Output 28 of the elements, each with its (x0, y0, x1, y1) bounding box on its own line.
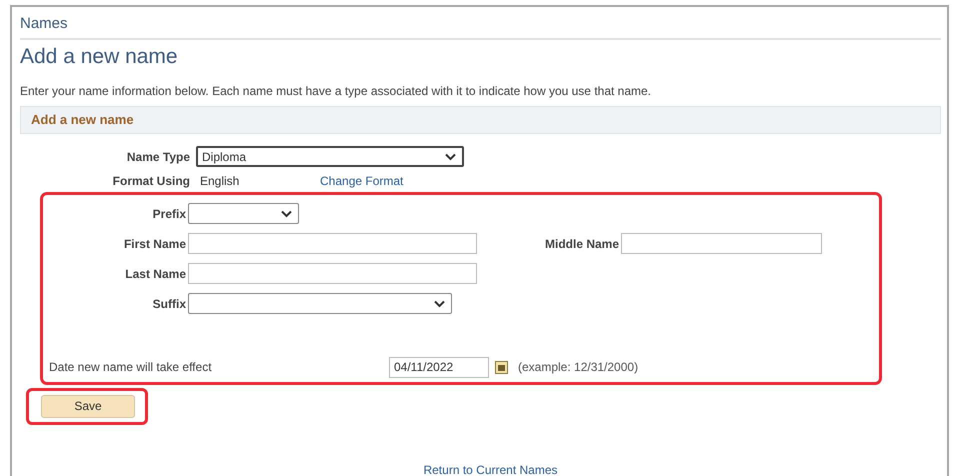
field-label: First Name (122, 236, 187, 252)
calendar-icon[interactable] (495, 360, 508, 374)
breadcrumb: Names (20, 13, 941, 40)
text-field[interactable] (188, 263, 477, 284)
field-label: Date new name will take effect (49, 359, 213, 376)
dropdown[interactable]: Diploma (196, 146, 464, 167)
caret-icon (434, 300, 445, 308)
text-field[interactable] (188, 233, 477, 254)
field-label: Name Type (126, 148, 191, 166)
dropdown[interactable] (188, 293, 452, 314)
save-button[interactable]: Save (41, 394, 135, 418)
text-field[interactable] (621, 233, 822, 254)
page-title: Add a new name (20, 44, 179, 70)
field-label: Format Using (112, 172, 191, 190)
change-format-link[interactable]: Change Format (320, 172, 404, 190)
field-label: Middle Name (545, 236, 620, 252)
date-field[interactable]: 04/11/2022 (389, 356, 489, 378)
field-label: Prefix (152, 206, 187, 222)
field-value: English (200, 172, 240, 190)
dropdown[interactable] (188, 203, 299, 224)
field-label: Last Name (124, 266, 187, 282)
section-header: Add a new name (20, 106, 941, 134)
caret-icon (281, 210, 292, 218)
instruction-text: Enter your name information below. Each name must have a type associated with it to indicate how you use that name. (20, 83, 652, 100)
field-label: Suffix (152, 296, 187, 312)
return-link[interactable]: Return to Current Names (423, 462, 558, 476)
caret-icon (445, 152, 456, 160)
example-text: (example: 12/31/2000) (518, 359, 638, 376)
